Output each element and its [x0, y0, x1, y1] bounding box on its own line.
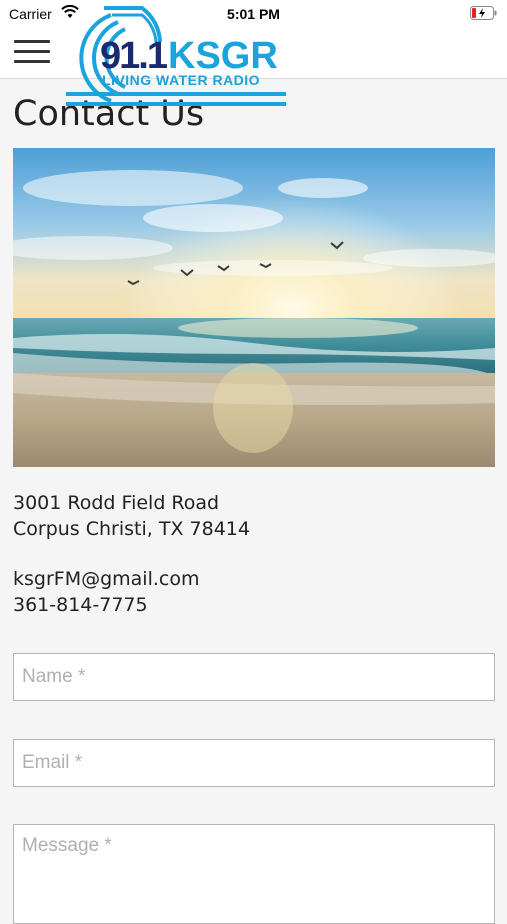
- message-field[interactable]: [13, 824, 495, 924]
- hamburger-menu-icon[interactable]: [14, 40, 50, 68]
- address-block: 3001 Rodd Field Road Corpus Christi, TX …: [13, 490, 250, 542]
- address-line-2: Corpus Christi, TX 78414: [13, 518, 250, 540]
- email-field[interactable]: [13, 739, 495, 787]
- name-field[interactable]: [13, 653, 495, 701]
- address-line-1: 3001 Rodd Field Road: [13, 492, 220, 514]
- beach-hero-image: [13, 148, 495, 467]
- battery-charging-icon: [470, 6, 497, 20]
- phone-link[interactable]: 361-814-7775: [13, 592, 199, 618]
- svg-text:LIVING WATER RADIO: LIVING WATER RADIO: [102, 72, 260, 88]
- station-logo[interactable]: 91.1 KSGR LIVING WATER RADIO: [64, 0, 286, 110]
- contact-block: ksgrFM@gmail.com 361-814-7775: [13, 566, 199, 618]
- svg-text:91.1: 91.1: [100, 35, 168, 77]
- email-link[interactable]: ksgrFM@gmail.com: [13, 566, 199, 592]
- svg-text:KSGR: KSGR: [168, 35, 278, 77]
